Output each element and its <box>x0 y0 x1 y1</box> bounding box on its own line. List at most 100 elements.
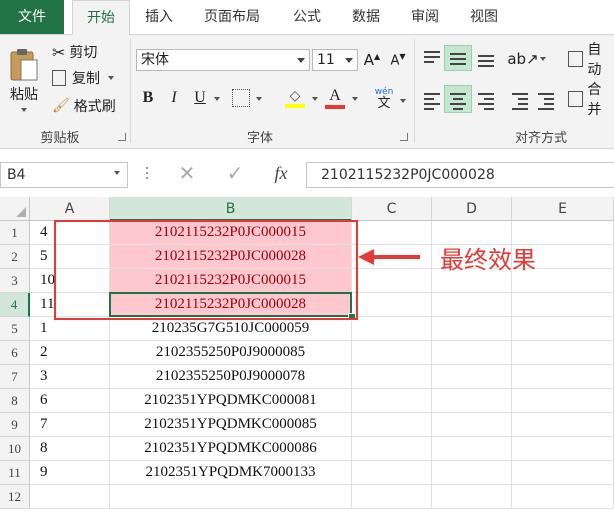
align-top-icon[interactable] <box>424 51 440 66</box>
cell-b[interactable]: 210235G7G510JC000059 <box>110 317 352 341</box>
row-header[interactable]: 8 <box>0 389 30 413</box>
cell-empty[interactable] <box>512 413 614 437</box>
cell-empty[interactable] <box>512 317 614 341</box>
cell-a[interactable]: 6 <box>30 389 110 413</box>
cell-a[interactable]: 10 <box>30 269 110 293</box>
decrease-font-button[interactable]: A▼ <box>388 49 408 71</box>
cell-empty[interactable] <box>512 389 614 413</box>
bold-button[interactable]: B <box>138 87 158 109</box>
cell-b[interactable]: 2102355250P0J9000078 <box>110 365 352 389</box>
column-header-e[interactable]: E <box>512 197 614 221</box>
decrease-indent-icon[interactable] <box>512 93 528 113</box>
column-header-c[interactable]: C <box>352 197 432 221</box>
cell-b[interactable] <box>110 485 352 509</box>
column-header-d[interactable]: D <box>432 197 512 221</box>
tab-file[interactable]: 文件 <box>0 0 64 34</box>
tab-view[interactable]: 视图 <box>458 0 510 34</box>
cell-b[interactable]: 2102351YPQDMKC000081 <box>110 389 352 413</box>
name-box[interactable]: B4 <box>0 162 128 188</box>
orientation-icon[interactable]: ab↗ <box>507 49 538 69</box>
chevron-down-icon[interactable] <box>256 97 262 101</box>
row-header[interactable]: 10 <box>0 437 30 461</box>
border-icon[interactable] <box>232 89 250 107</box>
row-header[interactable]: 12 <box>0 485 30 509</box>
cell-empty[interactable] <box>352 221 432 245</box>
cell-empty[interactable] <box>432 365 512 389</box>
fill-handle[interactable] <box>348 313 356 321</box>
cell-empty[interactable] <box>432 293 512 317</box>
column-header-a[interactable]: A <box>30 197 110 221</box>
drag-handle-icon[interactable] <box>146 167 148 169</box>
phonetic-button[interactable]: wén 文 <box>370 83 398 113</box>
font-dialog-launcher[interactable] <box>400 133 408 141</box>
tab-review[interactable]: 审阅 <box>400 0 450 34</box>
row-header[interactable]: 2 <box>0 245 30 269</box>
chevron-down-icon[interactable] <box>400 99 406 103</box>
confirm-entry-button[interactable]: ✓ <box>220 161 250 185</box>
cell-empty[interactable] <box>432 389 512 413</box>
column-header-b[interactable]: B <box>110 197 352 221</box>
row-header[interactable]: 1 <box>0 221 30 245</box>
cell-empty[interactable] <box>352 413 432 437</box>
align-bottom-icon[interactable] <box>478 55 494 70</box>
cell-empty[interactable] <box>352 437 432 461</box>
cell-empty[interactable] <box>432 413 512 437</box>
cell-b[interactable]: 2102351YPQDMK7000133 <box>110 461 352 485</box>
chevron-down-icon[interactable] <box>312 97 318 101</box>
cell-b[interactable]: 2102115232P0JC000015 <box>110 269 352 293</box>
cell-b[interactable]: 2102355250P0J9000085 <box>110 341 352 365</box>
cell-b[interactable]: 2102115232P0JC000015 <box>110 221 352 245</box>
chevron-down-icon[interactable] <box>214 97 220 101</box>
row-header[interactable]: 4 <box>0 293 30 317</box>
row-header[interactable]: 9 <box>0 413 30 437</box>
increase-indent-icon[interactable] <box>538 93 554 113</box>
cell-b[interactable]: 2102351YPQDMKC000086 <box>110 437 352 461</box>
cell-empty[interactable] <box>432 341 512 365</box>
cell-empty[interactable] <box>352 269 432 293</box>
italic-button[interactable]: I <box>164 87 184 109</box>
cell-a[interactable]: 1 <box>30 317 110 341</box>
cell-a[interactable]: 3 <box>30 365 110 389</box>
clipboard-dialog-launcher[interactable] <box>118 133 126 141</box>
cell-a[interactable]: 5 <box>30 245 110 269</box>
format-painter-button[interactable]: 🖌 格式刷 <box>52 95 116 117</box>
font-name-combo[interactable]: 宋体 <box>136 49 310 71</box>
row-header[interactable]: 3 <box>0 269 30 293</box>
increase-font-button[interactable]: A▲ <box>362 49 382 71</box>
cell-a[interactable]: 4 <box>30 221 110 245</box>
fill-color-button[interactable]: ◇ <box>284 85 306 111</box>
tab-home[interactable]: 开始 <box>72 0 130 36</box>
tab-insert[interactable]: 插入 <box>134 0 184 34</box>
cell-empty[interactable] <box>352 341 432 365</box>
cell-a[interactable]: 7 <box>30 413 110 437</box>
cell-a[interactable] <box>30 485 110 509</box>
cell-empty[interactable] <box>352 485 432 509</box>
cut-button[interactable]: ✂ 剪切 <box>52 41 97 63</box>
cell-empty[interactable] <box>432 485 512 509</box>
copy-button[interactable]: 复制 <box>52 67 114 89</box>
chevron-down-icon[interactable] <box>540 57 546 61</box>
font-color-button[interactable]: A <box>324 85 346 111</box>
cell-empty[interactable] <box>352 461 432 485</box>
row-header[interactable]: 11 <box>0 461 30 485</box>
cell-empty[interactable] <box>352 389 432 413</box>
align-right-icon[interactable] <box>478 93 494 113</box>
row-header[interactable]: 6 <box>0 341 30 365</box>
cell-empty[interactable] <box>512 365 614 389</box>
paste-button[interactable]: 粘贴 <box>4 41 44 117</box>
cell-empty[interactable] <box>512 437 614 461</box>
tab-page-layout[interactable]: 页面布局 <box>192 0 272 34</box>
cell-empty[interactable] <box>512 461 614 485</box>
cell-empty[interactable] <box>432 437 512 461</box>
cell-empty[interactable] <box>512 485 614 509</box>
select-all-corner[interactable] <box>0 197 30 221</box>
cell-a[interactable]: 11 <box>30 293 110 317</box>
cell-b[interactable]: 2102115232P0JC000028 <box>110 293 352 317</box>
row-header[interactable]: 7 <box>0 365 30 389</box>
chevron-down-icon[interactable] <box>352 97 358 101</box>
cell-a[interactable]: 2 <box>30 341 110 365</box>
cell-empty[interactable] <box>352 317 432 341</box>
merge-center-button[interactable]: 合并 <box>568 82 614 118</box>
cell-empty[interactable] <box>352 365 432 389</box>
insert-function-button[interactable]: fx <box>266 161 296 185</box>
